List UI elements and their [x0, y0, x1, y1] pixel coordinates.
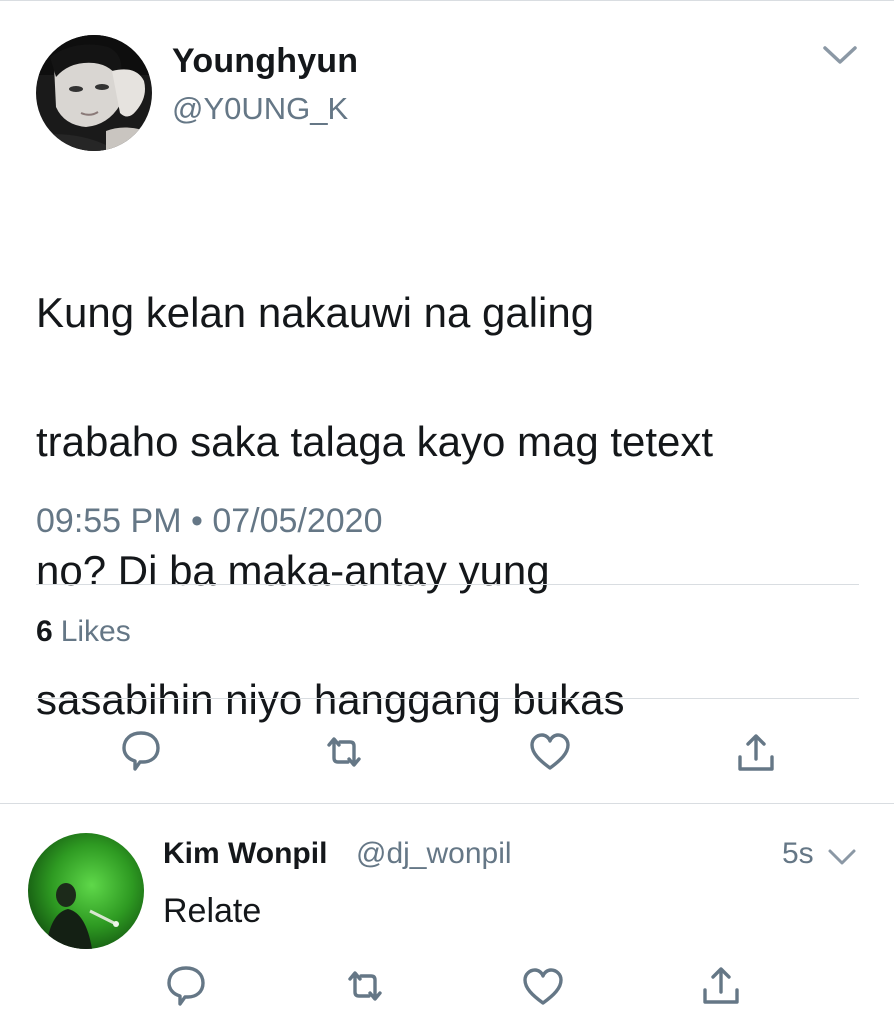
divider: [36, 584, 859, 585]
share-icon[interactable]: [698, 964, 744, 1010]
tweet-text-line: trabaho saka talaga kayo mag tetext: [36, 417, 714, 465]
user-handle[interactable]: @Y0UNG_K: [172, 91, 348, 127]
divider: [0, 803, 894, 804]
reply-user-handle[interactable]: @dj_wonpil: [356, 837, 512, 871]
reply-text: Relate: [163, 892, 262, 930]
chevron-down-icon[interactable]: [826, 845, 858, 869]
tweet-text-line: no? Di ba maka-antay yung: [36, 546, 550, 594]
reply-display-name[interactable]: Kim Wonpil: [163, 837, 327, 871]
tweet-text-line: sasabihin niyo hanggang bukas: [36, 675, 625, 723]
share-icon[interactable]: [733, 731, 779, 777]
heart-icon[interactable]: [527, 729, 573, 775]
tweet-text-line: Kung kelan nakauwi na galing: [36, 288, 595, 336]
reply-avatar[interactable]: [28, 833, 144, 949]
divider: [36, 698, 859, 699]
retweet-icon[interactable]: [342, 963, 388, 1009]
chevron-down-icon[interactable]: [819, 38, 861, 70]
retweet-icon[interactable]: [321, 729, 367, 775]
avatar[interactable]: [36, 35, 152, 151]
tweet-timestamp: 09:55 PM • 07/05/2020: [36, 502, 383, 540]
likes-label: Likes: [60, 615, 131, 648]
likes-count: 6: [36, 615, 53, 648]
display-name[interactable]: Younghyun: [172, 42, 358, 81]
reply-icon[interactable]: [118, 727, 164, 773]
reply-icon[interactable]: [163, 962, 209, 1008]
reply-time: 5s: [782, 837, 814, 870]
heart-icon[interactable]: [520, 964, 566, 1010]
top-border: [0, 0, 894, 1]
likes-row[interactable]: 6 Likes: [36, 615, 131, 649]
